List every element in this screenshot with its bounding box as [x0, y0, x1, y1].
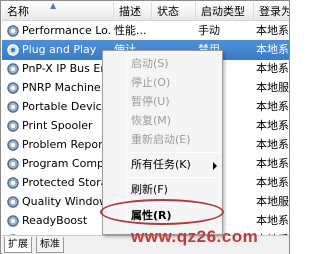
- service-logon: 本地系统: [256, 43, 289, 56]
- gear-icon: [7, 82, 19, 94]
- service-logon: 本地系统: [256, 176, 289, 189]
- menu-item-properties[interactable]: 属性(R): [131, 206, 172, 226]
- menu-item-start[interactable]: 启动(S): [131, 54, 169, 74]
- column-header-logon[interactable]: 登录为: [254, 2, 289, 21]
- sort-up-icon: ▲: [50, 2, 57, 10]
- service-name: PnP-X IP Bus En...: [22, 62, 112, 75]
- service-name: Quality Windows...: [22, 195, 112, 208]
- service-logon: 本地服务: [256, 195, 289, 208]
- menu-separator: [129, 203, 220, 204]
- watermark-text: www.qz26.com: [131, 227, 259, 246]
- column-header-status-label: 状态: [157, 5, 179, 18]
- table-row[interactable]: Performance Lo... 性能... 手动 本地系统: [2, 21, 289, 41]
- service-name: ReadyBoost: [22, 214, 88, 227]
- menu-gutter: [126, 53, 127, 232]
- service-name: Program Compa...: [22, 157, 112, 170]
- menu-item-stop[interactable]: 停止(O): [131, 73, 170, 93]
- gear-icon: [7, 120, 19, 132]
- gear-icon: [7, 158, 19, 170]
- service-logon: 本地系统: [256, 138, 289, 151]
- tab-extended[interactable]: 扩展: [4, 237, 32, 253]
- menu-separator: [129, 177, 220, 178]
- tab-standard[interactable]: 标准: [36, 237, 64, 253]
- gear-icon: [7, 196, 19, 208]
- gear-icon: [7, 215, 19, 227]
- column-header-desc-label: 描述: [119, 5, 141, 18]
- menu-separator: [129, 152, 220, 153]
- service-logon: 本地服务: [256, 81, 289, 94]
- service-logon: 本地系统: [256, 119, 289, 132]
- service-name: Problem Report...: [22, 138, 112, 151]
- menu-item-resume[interactable]: 恢复(M): [131, 111, 171, 131]
- column-header-startup-label: 启动类型: [201, 5, 245, 18]
- service-desc: 性能...: [114, 24, 147, 37]
- menu-item-refresh[interactable]: 刷新(F): [131, 180, 168, 200]
- service-name: Performance Lo...: [22, 24, 112, 37]
- column-header-desc[interactable]: 描述: [114, 2, 152, 21]
- gear-icon: [7, 101, 19, 113]
- menu-item-restart[interactable]: 重新启动(E): [131, 130, 191, 150]
- menu-item-pause[interactable]: 暂停(U): [131, 92, 170, 112]
- column-header-logon-label: 登录为: [259, 5, 289, 18]
- context-menu: 启动(S) 停止(O) 暂停(U) 恢复(M) 重新启动(E) 所有任务(K) …: [102, 50, 223, 235]
- service-logon: 本地系统: [256, 214, 289, 227]
- service-name: PNRP Machine ...: [22, 81, 112, 94]
- services-list-window: 名称 ▲ 描述 状态 启动类型 登录为 Performance Lo... 性能…: [0, 0, 290, 254]
- gear-icon: [7, 25, 19, 37]
- service-logon: 本地系统: [256, 100, 289, 113]
- column-header-name[interactable]: 名称 ▲: [2, 2, 114, 21]
- column-header-name-label: 名称: [7, 5, 29, 18]
- service-logon: 本地系统: [256, 62, 289, 75]
- service-name: Plug and Play: [22, 43, 97, 56]
- service-name: Print Spooler: [22, 119, 93, 132]
- gear-icon: [7, 44, 19, 56]
- service-startup: 手动: [198, 24, 220, 37]
- service-logon: 本地系统: [256, 24, 289, 37]
- column-header-startup[interactable]: 启动类型: [196, 2, 254, 21]
- column-header-status[interactable]: 状态: [152, 2, 196, 21]
- column-header-bar: 名称 ▲ 描述 状态 启动类型 登录为: [2, 2, 289, 21]
- gear-icon: [7, 177, 19, 189]
- submenu-arrow-icon: [213, 162, 217, 170]
- menu-item-all-tasks[interactable]: 所有任务(K): [131, 155, 191, 175]
- service-logon: 本地系统: [256, 157, 289, 170]
- gear-icon: [7, 63, 19, 75]
- service-name: Portable Device ...: [22, 100, 112, 113]
- service-name: Protected Storag...: [22, 176, 112, 189]
- gear-icon: [7, 139, 19, 151]
